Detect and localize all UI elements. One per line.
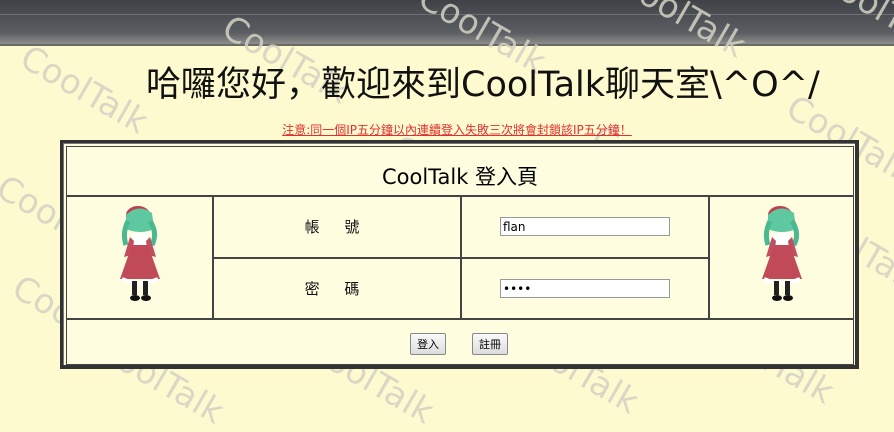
login-button[interactable]: 登入	[410, 333, 446, 355]
login-header: CoolTalk 登入頁	[381, 165, 539, 189]
button-row: 登入 註冊	[66, 319, 854, 365]
mascot-right-image	[762, 206, 802, 301]
password-label-cell: 密 碼	[213, 258, 461, 319]
password-input[interactable]	[500, 279, 670, 298]
login-notice: 注意:同一個IP五分鐘以內連續登入失敗三次將會封鎖該IP五分鐘！	[282, 123, 632, 137]
account-input-cell	[461, 196, 709, 258]
account-label-cell: 帳 號	[213, 196, 461, 258]
login-panel: CoolTalk 登入頁 帳 號 密	[60, 140, 859, 369]
password-label: 密 碼	[304, 280, 370, 298]
mascot-left-cell	[66, 196, 213, 319]
account-input[interactable]	[500, 217, 670, 236]
account-label: 帳 號	[304, 218, 370, 236]
mascot-right-cell	[709, 196, 854, 319]
password-input-cell	[461, 258, 709, 319]
browser-toolbar	[0, 0, 894, 46]
mascot-left-image	[120, 206, 160, 301]
register-button[interactable]: 註冊	[472, 333, 508, 355]
login-header-cell: CoolTalk 登入頁	[66, 146, 854, 196]
page-title: 哈囉您好，歡迎來到CoolTalk聊天室\^O^/	[146, 65, 820, 105]
